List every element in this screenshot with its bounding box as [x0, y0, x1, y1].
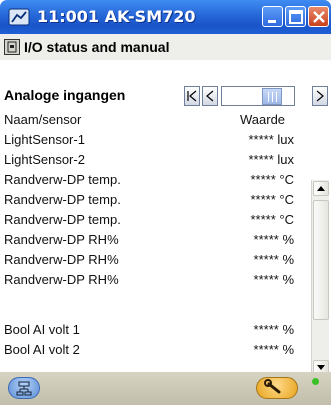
table-row[interactable]: Bool AI volt 1 ***** %: [0, 320, 306, 340]
gauge-icon: [8, 8, 30, 26]
scroll-thumb[interactable]: [313, 200, 329, 320]
sensor-name: Bool AI volt 2: [4, 342, 80, 357]
bottom-toolbar: [0, 372, 331, 405]
close-icon: [313, 11, 325, 23]
wrench-icon: [264, 379, 281, 394]
minimize-icon: [268, 20, 276, 23]
first-page-button[interactable]: [184, 86, 200, 106]
table-row[interactable]: Randverw-DP temp. ***** °C: [0, 210, 306, 230]
table-row-empty: [0, 290, 306, 310]
status-indicator: [312, 378, 319, 385]
sensor-name: Randverw-DP temp.: [4, 212, 121, 227]
minimize-button[interactable]: [262, 6, 283, 27]
io-status-header: I/O status and manual: [0, 34, 331, 60]
network-button[interactable]: [8, 377, 40, 399]
next-icon: [316, 90, 324, 102]
network-icon: [16, 381, 32, 396]
sensor-value: ***** %: [253, 272, 294, 287]
table-row[interactable]: Randverw-DP temp. ***** °C: [0, 170, 306, 190]
table-row[interactable]: LightSensor-1 ***** lux: [0, 130, 306, 150]
section-header: Analoge ingangen: [0, 86, 331, 108]
sensor-value: ***** %: [253, 342, 294, 357]
sensor-name: Bool AI volt 1: [4, 322, 80, 337]
sensor-value: ***** °C: [250, 172, 295, 187]
page-title: I/O status and manual: [24, 39, 170, 55]
window-title: 11:001 AK-SM720: [37, 7, 196, 26]
sensor-value: ***** °C: [250, 212, 295, 227]
sensor-value: ***** %: [253, 232, 294, 247]
page-navigator: [184, 86, 328, 106]
table-row[interactable]: Randverw-DP temp. ***** °C: [0, 190, 306, 210]
sensor-value: ***** °C: [250, 192, 295, 207]
sensor-name: LightSensor-2: [4, 152, 85, 167]
maximize-button[interactable]: [285, 6, 306, 27]
sensor-name: Randverw-DP RH%: [4, 252, 119, 267]
vertical-scrollbar[interactable]: [311, 180, 329, 378]
column-header-name: Naam/sensor: [4, 112, 82, 127]
table-row[interactable]: Randverw-DP RH% ***** %: [0, 230, 306, 250]
sensor-value: ***** lux: [248, 152, 294, 167]
sensor-value: ***** %: [253, 322, 294, 337]
section-title: Analoge ingangen: [4, 87, 126, 103]
io-icon[interactable]: [4, 39, 20, 55]
table-row[interactable]: Randverw-DP RH% ***** %: [0, 250, 306, 270]
column-header-value: Waarde: [240, 112, 286, 127]
service-button[interactable]: [256, 377, 298, 399]
arrow-up-icon: [317, 186, 325, 191]
first-page-icon: [187, 90, 197, 102]
sensor-name: Randverw-DP RH%: [4, 232, 119, 247]
table-row[interactable]: Bool AI volt 2 ***** %: [0, 340, 306, 360]
sensor-value: ***** lux: [248, 132, 294, 147]
sensor-name: Randverw-DP RH%: [4, 272, 119, 287]
table-row[interactable]: Randverw-DP RH% ***** %: [0, 270, 306, 290]
scroll-up-button[interactable]: [313, 181, 329, 196]
sensor-name: LightSensor-1: [4, 132, 85, 147]
previous-page-button[interactable]: [202, 86, 218, 106]
close-button[interactable]: [308, 6, 329, 27]
maximize-icon: [289, 10, 303, 24]
previous-icon: [206, 90, 214, 102]
table-row[interactable]: LightSensor-2 ***** lux: [0, 150, 306, 170]
sensor-value: ***** %: [253, 252, 294, 267]
title-bar[interactable]: 11:001 AK-SM720: [0, 0, 331, 34]
sensor-name: Randverw-DP temp.: [4, 172, 121, 187]
next-page-button[interactable]: [312, 86, 328, 106]
page-slider[interactable]: [221, 86, 295, 106]
page-slider-thumb[interactable]: [262, 88, 282, 105]
sensor-name: Randverw-DP temp.: [4, 192, 121, 207]
